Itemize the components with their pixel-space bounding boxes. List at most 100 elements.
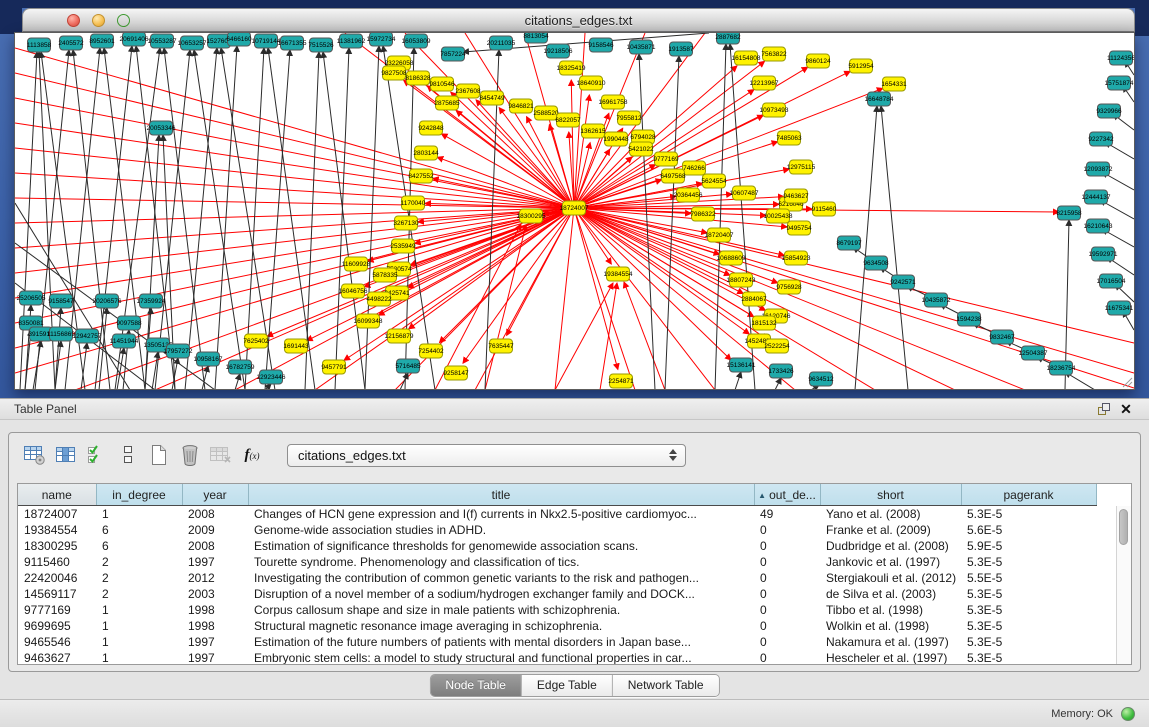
network-node[interactable]: 8813054 <box>523 33 549 43</box>
network-node[interactable]: 9457791 <box>321 360 347 374</box>
table-cell[interactable]: 5.6E-5 <box>961 522 1096 538</box>
table-cell[interactable]: 5.3E-5 <box>961 506 1096 523</box>
column-header-out_de[interactable]: ▲out_de... <box>754 484 820 506</box>
table-cell[interactable]: 5.3E-5 <box>961 634 1096 650</box>
network-node[interactable]: 16046756 <box>339 284 368 298</box>
column-header-name[interactable]: name <box>18 484 96 506</box>
network-edge[interactable] <box>639 54 655 389</box>
network-node[interactable]: 10435872 <box>922 293 951 307</box>
table-cell[interactable]: 1 <box>96 650 182 665</box>
table-cell[interactable]: Corpus callosum shape and size in male p… <box>248 602 754 618</box>
network-node[interactable]: 8215958 <box>1056 206 1082 220</box>
network-node[interactable]: 9115460 <box>812 202 837 216</box>
table-cell[interactable]: Wolkin et al. (1998) <box>820 618 961 634</box>
network-node[interactable]: 9634512 <box>808 372 834 386</box>
network-node[interactable]: 16154808 <box>732 51 761 65</box>
table-cell[interactable]: 1 <box>96 602 182 618</box>
network-node[interactable]: 9756928 <box>776 280 802 294</box>
network-node[interactable]: 1170040 <box>401 196 426 210</box>
table-cell[interactable]: 9699695 <box>18 618 96 634</box>
table-cell[interactable]: Hescheler et al. (1997) <box>820 650 961 665</box>
network-node[interactable]: 12093872 <box>1084 162 1113 176</box>
network-node[interactable]: 16671355 <box>278 36 307 50</box>
create-column-button[interactable] <box>147 443 171 467</box>
select-columns-button[interactable] <box>85 443 109 467</box>
network-node[interactable]: 9242848 <box>418 121 444 135</box>
table-cell[interactable]: 1997 <box>182 650 248 665</box>
table-cell[interactable]: 1997 <box>182 634 248 650</box>
network-node[interactable]: 8427552 <box>408 169 434 183</box>
network-edge[interactable] <box>600 283 617 389</box>
network-edge[interactable] <box>881 106 908 389</box>
network-node[interactable]: 5624554 <box>701 174 727 188</box>
network-node[interactable]: 20206576 <box>93 294 122 308</box>
network-node[interactable]: 2405572 <box>58 36 84 50</box>
network-node[interactable]: 10973493 <box>760 103 789 117</box>
network-node[interactable]: 10553287 <box>148 34 177 48</box>
network-node[interactable]: 18236754 <box>1047 361 1076 375</box>
table-cell[interactable]: 1997 <box>182 554 248 570</box>
table-cell[interactable]: Nakamura et al. (1997) <box>820 634 961 650</box>
table-cell[interactable]: Structural magnetic resonance image aver… <box>248 618 754 634</box>
window-titlebar[interactable]: citations_edges.txt <box>22 8 1135 32</box>
network-node[interactable]: 9777169 <box>653 152 679 166</box>
table-cell[interactable]: 0 <box>754 538 820 554</box>
network-node[interactable]: 19384554 <box>604 267 633 281</box>
network-node[interactable]: 7857224 <box>440 47 466 61</box>
network-edge[interactable] <box>555 283 613 389</box>
show-columns-button[interactable] <box>54 443 78 467</box>
network-node[interactable]: 10653257 <box>178 36 207 50</box>
network-node[interactable]: 16648784 <box>865 92 894 106</box>
delete-table-button[interactable] <box>209 443 233 467</box>
table-cell[interactable]: 18300295 <box>18 538 96 554</box>
network-node[interactable]: 16782759 <box>226 360 255 374</box>
table-cell[interactable]: 2009 <box>182 522 248 538</box>
network-node[interactable]: 12504387 <box>1019 346 1048 360</box>
table-cell[interactable]: 5.3E-5 <box>961 586 1096 602</box>
table-cell[interactable]: 5.3E-5 <box>961 618 1096 634</box>
network-edge[interactable] <box>775 378 781 389</box>
table-cell[interactable]: 0 <box>754 634 820 650</box>
network-node[interactable]: 10435871 <box>627 40 656 54</box>
network-edge[interactable] <box>33 341 41 389</box>
row-height-button[interactable] <box>116 443 140 467</box>
network-node[interactable]: 9810546 <box>429 77 455 91</box>
network-edge[interactable] <box>441 134 574 208</box>
network-edge[interactable] <box>435 224 521 389</box>
table-cell[interactable]: Estimation of the future numbers of pati… <box>248 634 754 650</box>
network-node[interactable]: 2884067 <box>741 292 767 306</box>
network-graph[interactable]: 1113858240557289526012069140610553287106… <box>15 33 1134 389</box>
network-edge[interactable] <box>555 208 574 389</box>
network-node[interactable]: 8454749 <box>479 91 505 105</box>
network-node[interactable]: 12213967 <box>750 76 779 90</box>
network-node[interactable]: 9832467 <box>989 330 1015 344</box>
table-cell[interactable]: 2008 <box>182 506 248 523</box>
network-edge[interactable] <box>665 56 679 389</box>
column-header-title[interactable]: title <box>248 484 754 506</box>
network-hub-node[interactable]: 18724007 <box>560 201 589 215</box>
network-node[interactable]: 2875685 <box>434 96 460 110</box>
network-node[interactable]: 9846821 <box>508 99 534 113</box>
network-edge[interactable] <box>194 50 245 389</box>
network-node[interactable]: 9158547 <box>48 294 74 308</box>
scrollbar-thumb[interactable] <box>1119 509 1128 545</box>
network-node[interactable]: 16099348 <box>354 314 383 328</box>
network-node[interactable]: 10958167 <box>194 352 223 366</box>
network-node[interactable]: 10688609 <box>717 251 746 265</box>
table-cell[interactable]: 9463627 <box>18 650 96 665</box>
table-cell[interactable]: de Silva et al. (2003) <box>820 586 961 602</box>
network-node[interactable]: 746266 <box>683 161 706 175</box>
network-node[interactable]: 17016504 <box>1097 274 1126 288</box>
table-cell[interactable]: 1 <box>96 634 182 650</box>
table-cell[interactable]: 5.5E-5 <box>961 570 1096 586</box>
network-node[interactable]: 2535949 <box>390 239 416 253</box>
network-node[interactable]: 11609928 <box>342 257 371 271</box>
network-node[interactable]: 7563822 <box>761 47 787 61</box>
network-node[interactable]: 5912954 <box>848 59 874 73</box>
table-cell[interactable]: 18724007 <box>18 506 96 523</box>
network-node[interactable]: 9463627 <box>783 189 809 203</box>
column-header-year[interactable]: year <box>182 484 248 506</box>
table-mode-button[interactable] <box>23 443 47 467</box>
network-node[interactable]: 9329966 <box>1096 104 1122 118</box>
table-row[interactable]: 1456911722003Disruption of a novel membe… <box>18 586 1096 602</box>
